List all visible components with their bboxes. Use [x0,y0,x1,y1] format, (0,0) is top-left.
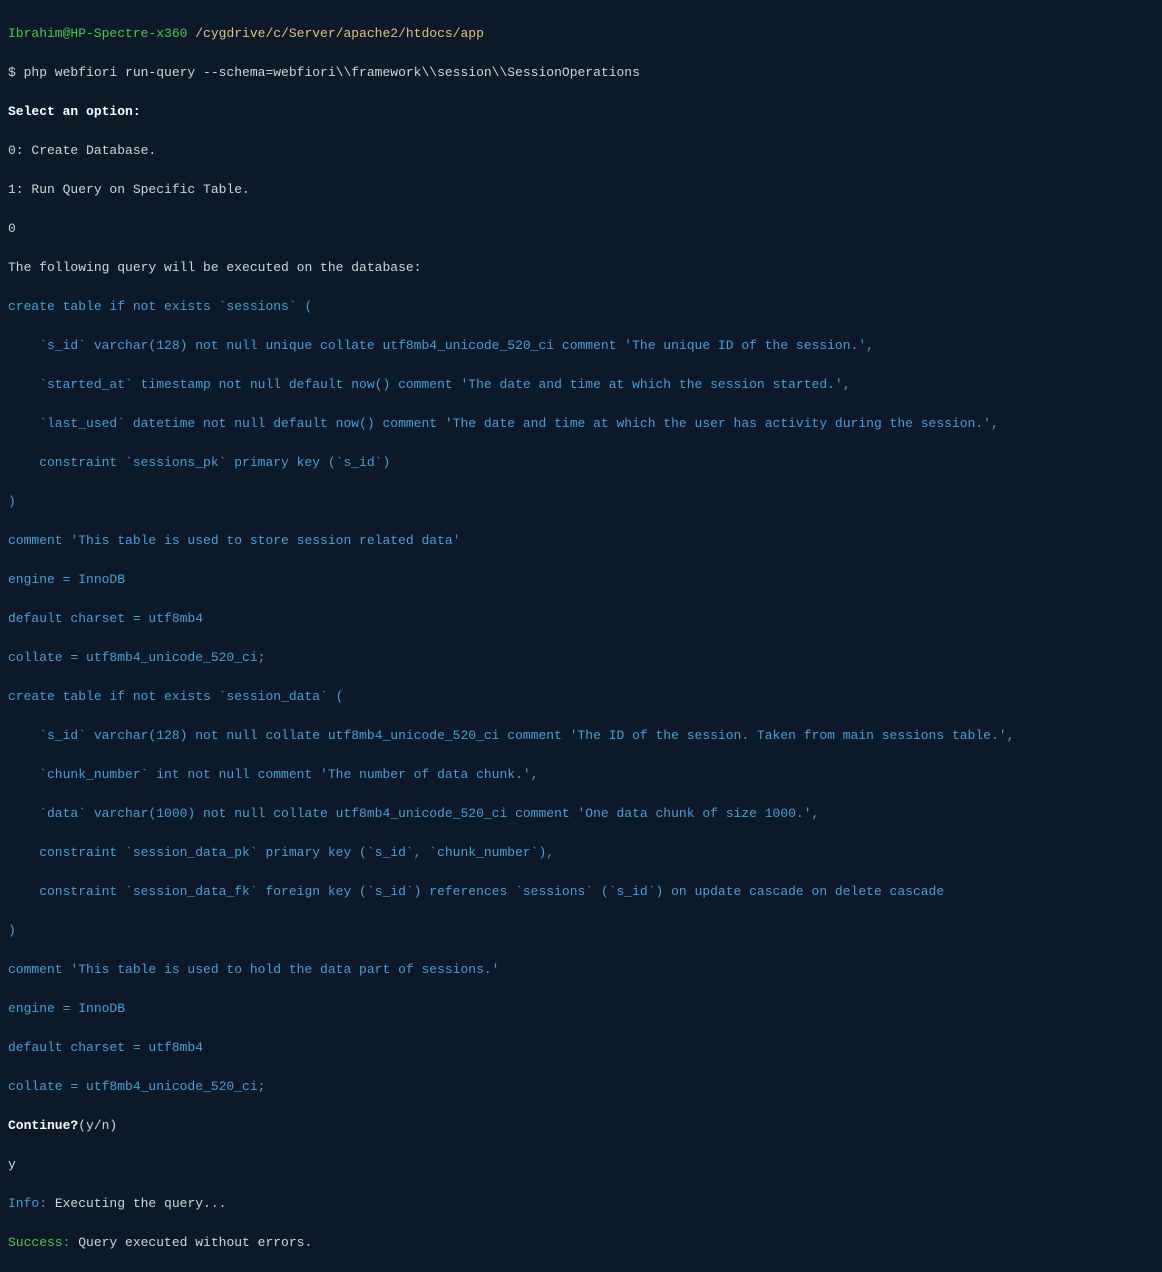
info-label: Info: [8,1196,47,1211]
sql-line: `data` varchar(1000) not null collate ut… [8,804,1154,824]
sql-line: comment 'This table is used to store ses… [8,531,1154,551]
success-label: Success: [8,1235,70,1250]
command-line: $ php webfiori run-query --schema=webfio… [8,63,1154,83]
option-1: 1: Run Query on Specific Table. [8,180,1154,200]
user-input-0: 0 [8,219,1154,239]
sql-line: default charset = utf8mb4 [8,1038,1154,1058]
success-text: Query executed without errors. [70,1235,312,1250]
sql-line: constraint `session_data_fk` foreign key… [8,882,1154,902]
sql-line: `last_used` datetime not null default no… [8,414,1154,434]
sql-line: `started_at` timestamp not null default … [8,375,1154,395]
terminal-output[interactable]: Ibrahim@HP-Spectre-x360 /cygdrive/c/Serv… [8,4,1154,1272]
sql-line: constraint `sessions_pk` primary key (`s… [8,453,1154,473]
sql-line: ) [8,921,1154,941]
user-host: Ibrahim@HP-Spectre-x360 [8,26,195,41]
select-option-label: Select an option: [8,102,1154,122]
user-input-y: y [8,1155,1154,1175]
current-path: /cygdrive/c/Server/apache2/htdocs/app [195,26,484,41]
sql-line: `s_id` varchar(128) not null collate utf… [8,726,1154,746]
query-intro: The following query will be executed on … [8,258,1154,278]
sql-line: `chunk_number` int not null comment 'The… [8,765,1154,785]
sql-line: create table if not exists `session_data… [8,687,1154,707]
sql-line: constraint `session_data_pk` primary key… [8,843,1154,863]
sql-line: ) [8,492,1154,512]
success-line: Success: Query executed without errors. [8,1233,1154,1253]
info-line: Info: Executing the query... [8,1194,1154,1214]
continue-prompt: Continue?(y/n) [8,1116,1154,1136]
info-text: Executing the query... [47,1196,226,1211]
sql-line: collate = utf8mb4_unicode_520_ci; [8,648,1154,668]
sql-line: `s_id` varchar(128) not null unique coll… [8,336,1154,356]
sql-line: collate = utf8mb4_unicode_520_ci; [8,1077,1154,1097]
sql-line: default charset = utf8mb4 [8,609,1154,629]
sql-line: engine = InnoDB [8,570,1154,590]
option-0: 0: Create Database. [8,141,1154,161]
continue-options: (y/n) [78,1118,117,1133]
prompt-line: Ibrahim@HP-Spectre-x360 /cygdrive/c/Serv… [8,24,1154,44]
continue-label: Continue? [8,1118,78,1133]
sql-line: comment 'This table is used to hold the … [8,960,1154,980]
sql-line: create table if not exists `sessions` ( [8,297,1154,317]
sql-line: engine = InnoDB [8,999,1154,1019]
